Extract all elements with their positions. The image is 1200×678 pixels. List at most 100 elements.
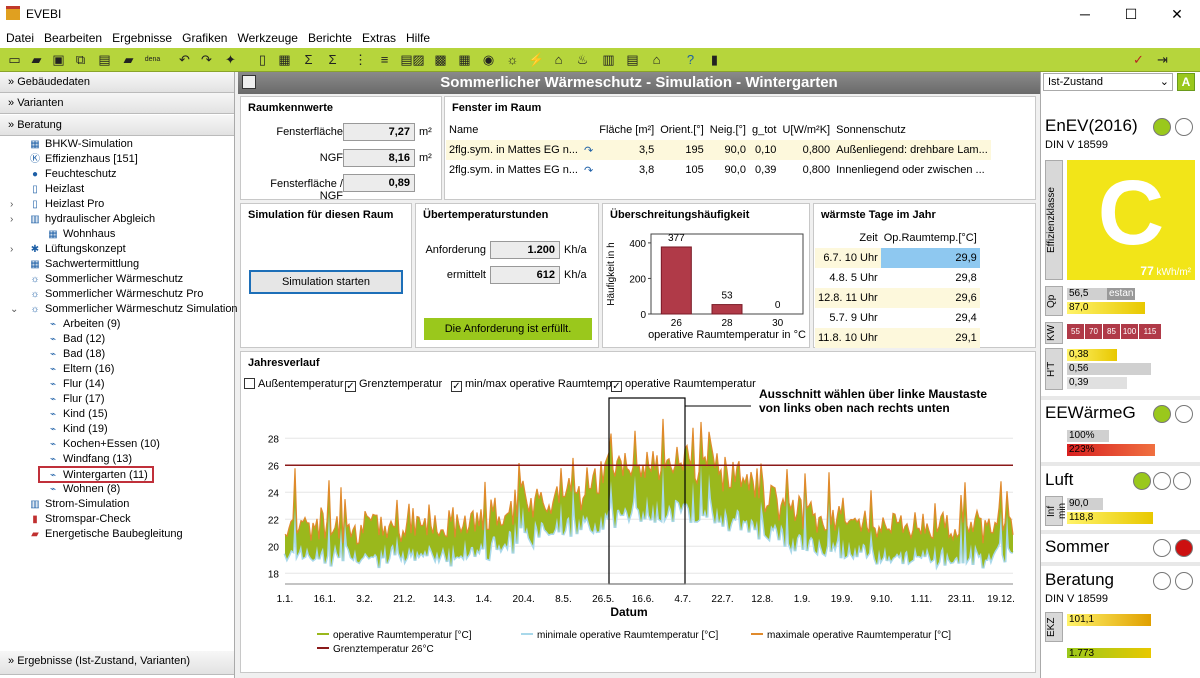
window-link-icon[interactable]: ↷ (581, 140, 596, 160)
calc-icon[interactable]: ▥ (600, 51, 617, 68)
tree-item[interactable]: ▯ Heizlast (28, 182, 84, 197)
simulation-start-button[interactable]: Simulation starten (249, 270, 403, 294)
accordion-gebaeudedaten[interactable]: » Gebäudedaten (0, 72, 234, 93)
tree-item[interactable]: ⌁ Flur (14) (46, 377, 105, 392)
exit-icon[interactable]: ⇥ (1154, 51, 1171, 68)
stack-icon[interactable]: ▤ (624, 51, 641, 68)
tree-item[interactable]: ⌁ Kind (15) (46, 407, 108, 422)
chart-c-icon[interactable]: ▦ (456, 51, 473, 68)
tree-item[interactable]: › ▥ hydraulischer Abgleich (10, 212, 155, 227)
zustand-select[interactable]: Ist-Zustand ⌄ (1043, 73, 1173, 91)
tree-item[interactable]: ⌁ Wohnen (8) (46, 482, 120, 497)
house-icon[interactable]: ⌂ (550, 51, 567, 68)
tree-item-label: Bad (18) (63, 348, 106, 360)
help-icon[interactable]: ? (682, 51, 699, 68)
tree-item[interactable]: ⌁ Kochen+Essen (10) (46, 437, 160, 452)
list-icon[interactable]: ≡ (376, 51, 393, 68)
table-row[interactable]: 5.7. 9 Uhr 29,4 (815, 308, 980, 328)
tree-item[interactable]: ● Feuchteschutz (28, 167, 117, 182)
tree-item[interactable]: ⌄ ☼ Sommerlicher Wärmeschutz Simulation (10, 302, 238, 317)
a-toggle-button[interactable]: A (1177, 73, 1195, 91)
menu-datei[interactable]: Datei (0, 28, 38, 45)
document-icon[interactable]: ▯ (254, 51, 271, 68)
tree-item[interactable]: ⌁ Arbeiten (9) (46, 317, 121, 332)
window-link-icon[interactable]: ↷ (581, 160, 596, 180)
expand-icon[interactable]: › (10, 197, 13, 212)
sum2-icon[interactable]: Σ (324, 51, 341, 68)
table-row[interactable]: 2flg.sym. in Mattes EG n... ↷ 3,5 195 90… (446, 140, 991, 160)
grid-icon[interactable]: ▦ (276, 51, 293, 68)
annotation-text: Ausschnitt wählen über linke Maustaste (759, 387, 987, 401)
globe-icon[interactable]: ◉ (480, 51, 497, 68)
accordion-ergebnisse[interactable]: » Ergebnisse (Ist-Zustand, Varianten) (0, 651, 234, 675)
menu-bearbeiten[interactable]: Bearbeiten (38, 28, 106, 45)
table-row[interactable]: 6.7. 10 Uhr 29,9 (815, 248, 980, 268)
ngf-value: 8,16 (343, 149, 415, 167)
menu-berichte[interactable]: Berichte (302, 28, 356, 45)
tree-item[interactable]: ⌁ Bad (12) (46, 332, 105, 347)
menu-hilfe[interactable]: Hilfe (400, 28, 434, 45)
close-button[interactable]: ✕ (1154, 0, 1200, 28)
menu-werkzeuge[interactable]: Werkzeuge (231, 28, 301, 45)
new-file-icon[interactable]: ▭ (6, 51, 23, 68)
minimize-button[interactable]: ─ (1062, 0, 1108, 28)
home-check-icon[interactable]: ⌂ (648, 51, 665, 68)
collapse-icon[interactable]: ⌄ (10, 302, 18, 317)
heat-icon[interactable]: ♨ (574, 51, 591, 68)
sum-icon[interactable]: Σ (300, 51, 317, 68)
x-tick-label: 14.3. (433, 594, 455, 605)
tree-item[interactable]: ▦ Wohnhaus (46, 227, 115, 242)
tree-item[interactable]: ▦ Sachwertermittlung (28, 257, 139, 272)
tree-item[interactable]: ▥ Strom-Simulation (28, 497, 129, 512)
table-row[interactable]: 2flg.sym. in Mattes EG n... ↷ 3,8 105 90… (446, 160, 991, 180)
tree-item[interactable]: ⌁ Flur (17) (46, 392, 105, 407)
room-icon: ⌁ (49, 439, 57, 450)
wand-icon[interactable]: ✦ (222, 51, 239, 68)
accordion-beratung[interactable]: » Beratung (0, 115, 234, 136)
tree-item[interactable]: › ▯ Heizlast Pro (10, 197, 104, 212)
table-row[interactable]: 4.8. 5 Uhr 29,8 (815, 268, 980, 288)
tree-icon[interactable]: ⋮ (352, 51, 369, 68)
open-folder-icon[interactable]: ▰ (28, 51, 45, 68)
chart-b-icon[interactable]: ▩ (432, 51, 449, 68)
tree-item[interactable]: ▦ BHKW-Simulation (28, 137, 133, 152)
expand-icon[interactable]: › (10, 242, 13, 257)
table-row[interactable]: 12.8. 11 Uhr 29,6 (815, 288, 980, 308)
dena-icon[interactable]: dena (144, 51, 161, 68)
maximize-button[interactable]: ☐ (1108, 0, 1154, 28)
tree-item[interactable]: ☼ Sommerlicher Wärmeschutz (28, 272, 183, 287)
expand-icon[interactable]: › (10, 212, 13, 227)
save-icon[interactable]: ▣ (50, 51, 67, 68)
tree-item-label: Strom-Simulation (45, 498, 130, 510)
sun-icon[interactable]: ☼ (504, 51, 521, 68)
tree-item[interactable]: Ⓚ Effizienzhaus [151] (28, 152, 138, 167)
menu-ergebnisse[interactable]: Ergebnisse (106, 28, 176, 45)
x-tick-label: 20.4. (513, 594, 535, 605)
tree-item[interactable]: ⌁ Eltern (16) (46, 362, 114, 377)
tree-item[interactable]: › ✱ Lüftungskonzept (10, 242, 126, 257)
export-icon[interactable]: ▤ (96, 51, 113, 68)
redo-icon[interactable]: ↷ (198, 51, 215, 68)
menu-extras[interactable]: Extras (356, 28, 400, 45)
tree-item[interactable]: ⌁ Kind (19) (46, 422, 108, 437)
undo-icon[interactable]: ↶ (176, 51, 193, 68)
tree-item[interactable]: ▰ Energetische Baubegleitung (28, 527, 182, 542)
power-icon[interactable]: ⚡ (528, 51, 545, 68)
menu-grafiken[interactable]: Grafiken (176, 28, 231, 45)
tree-item[interactable]: ▮ Stromspar-Check (28, 512, 130, 527)
status-light-empty (1153, 472, 1171, 490)
copy-icon[interactable]: ⧉ (72, 51, 89, 68)
folder-icon[interactable]: ▰ (120, 51, 137, 68)
eb-icon: ▰ (31, 529, 39, 540)
tree-item[interactable]: ⌁ Windfang (13) (46, 452, 132, 467)
device-icon[interactable]: ▮ (706, 51, 723, 68)
accordion-varianten[interactable]: » Varianten (0, 93, 234, 114)
tree-item[interactable]: ☼ Sommerlicher Wärmeschutz Pro (28, 287, 203, 302)
ekz-bar-2: 1.773 (1067, 648, 1151, 659)
table-row[interactable]: 11.8. 10 Uhr 29,1 (815, 328, 980, 348)
tree-item-selected[interactable]: ⌁ Wintergarten (11) (38, 466, 154, 483)
chart-a-icon[interactable]: ▨ (410, 51, 427, 68)
confirm-icon[interactable]: ✓ (1130, 51, 1147, 68)
unit-label: m² (419, 152, 432, 164)
tree-item[interactable]: ⌁ Bad (18) (46, 347, 105, 362)
